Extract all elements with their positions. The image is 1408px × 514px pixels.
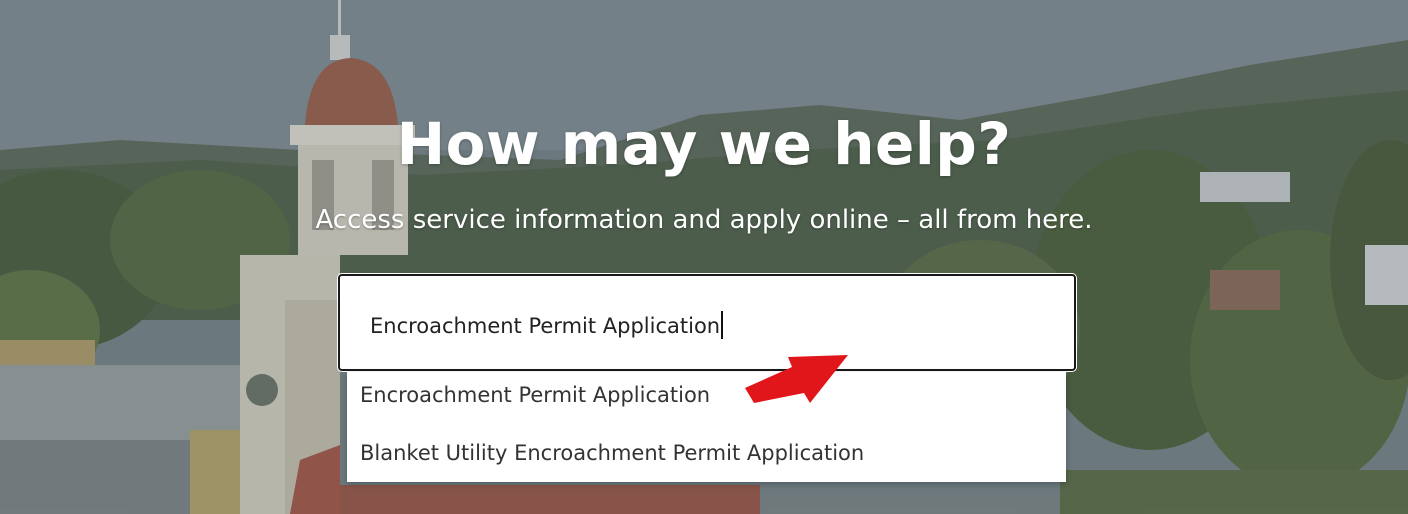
page-subtitle: Access service information and apply onl… (315, 205, 1093, 235)
text-caret (721, 311, 724, 339)
autocomplete-dropdown: Encroachment Permit Application Blanket … (347, 372, 1066, 482)
page-title: How may we help? (396, 110, 1012, 178)
suggestion-2[interactable]: Blanket Utility Encroachment Permit Appl… (347, 430, 1066, 480)
search-box[interactable]: Encroachment Permit Application (338, 274, 1076, 371)
suggestion-1[interactable]: Encroachment Permit Application (347, 372, 1066, 422)
red-arrow-annotation (745, 355, 848, 403)
arrow-icon (745, 355, 848, 403)
search-input-value: Encroachment Permit Application (370, 314, 721, 338)
search-input[interactable]: Encroachment Permit Application (370, 306, 1030, 346)
